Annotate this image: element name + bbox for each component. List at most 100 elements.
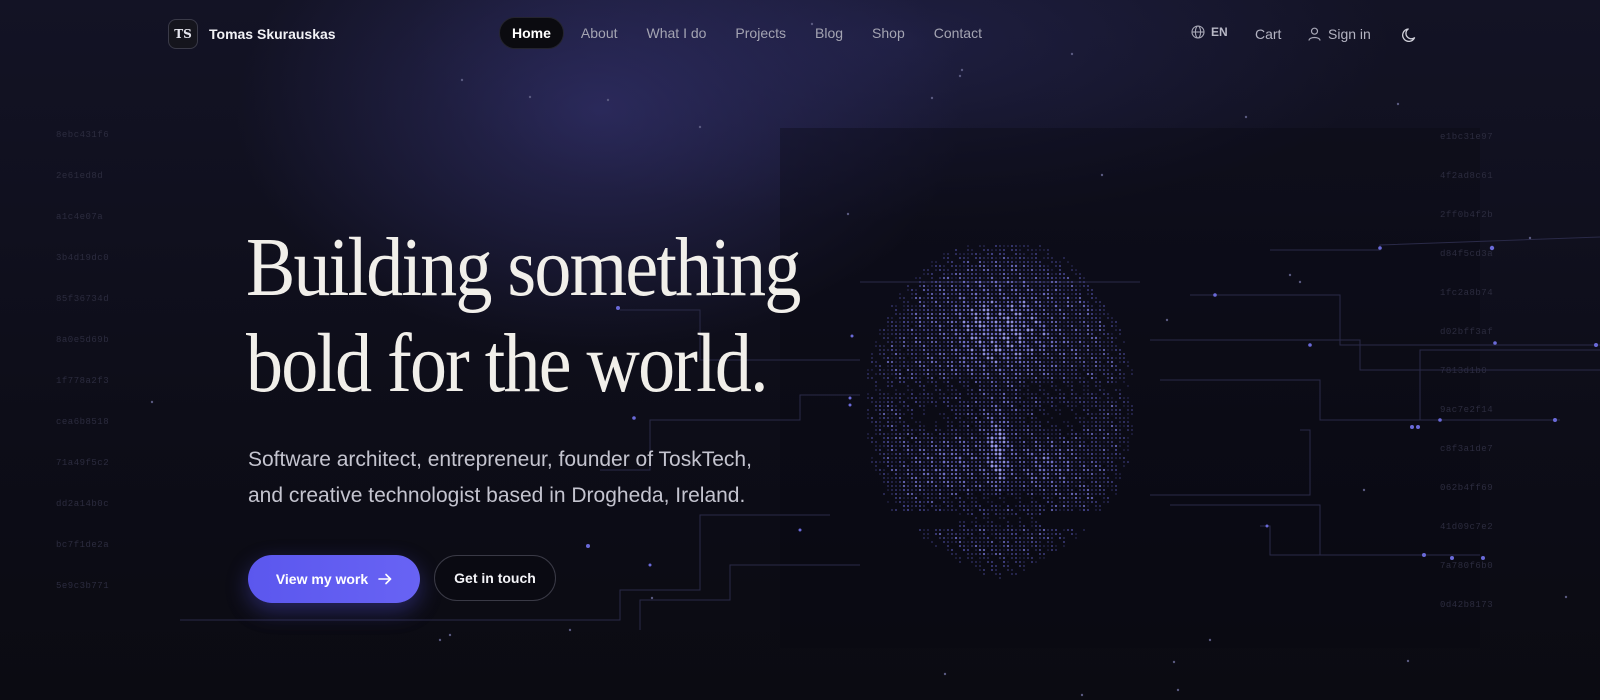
face-dot bbox=[931, 433, 933, 435]
face-dot bbox=[1039, 461, 1041, 463]
face-dot bbox=[1047, 249, 1049, 251]
cart-link[interactable]: Cart bbox=[1255, 26, 1281, 42]
face-dot bbox=[903, 421, 905, 423]
hero-headline-line-2: bold for the world. bbox=[246, 317, 769, 410]
face-dot bbox=[1106, 356, 1110, 360]
face-dot bbox=[971, 497, 973, 499]
nav-link-home[interactable]: Home bbox=[499, 17, 564, 49]
face-dot bbox=[966, 284, 970, 288]
face-dot bbox=[1086, 324, 1090, 328]
face-dot bbox=[982, 528, 986, 532]
face-dot bbox=[1006, 296, 1010, 300]
face-dot bbox=[1031, 253, 1033, 255]
face-dot bbox=[951, 553, 953, 555]
face-dot bbox=[910, 348, 914, 352]
face-dot bbox=[1011, 417, 1013, 419]
face-dot bbox=[998, 452, 1002, 456]
face-dot bbox=[1123, 377, 1125, 379]
face-dot bbox=[1055, 433, 1057, 435]
face-dot bbox=[1031, 441, 1033, 443]
face-dot bbox=[1103, 485, 1105, 487]
face-dot bbox=[1027, 401, 1029, 403]
nav-link-blog[interactable]: Blog bbox=[803, 17, 855, 49]
brand-logo[interactable]: TS bbox=[168, 19, 198, 49]
face-dot bbox=[902, 440, 906, 444]
nav-link-contact[interactable]: Contact bbox=[922, 17, 994, 49]
face-dot bbox=[1038, 484, 1042, 488]
moon-icon[interactable] bbox=[1401, 26, 1419, 44]
face-dot bbox=[1115, 433, 1117, 435]
face-dot bbox=[982, 456, 986, 460]
face-dot bbox=[1022, 324, 1026, 328]
face-dot bbox=[1014, 372, 1018, 376]
face-dot bbox=[1075, 449, 1077, 451]
face-dot bbox=[1043, 317, 1045, 319]
nav-link-projects[interactable]: Projects bbox=[723, 17, 798, 49]
face-dot bbox=[962, 360, 966, 364]
nav-link-shop[interactable]: Shop bbox=[860, 17, 917, 49]
face-dot bbox=[942, 316, 946, 320]
face-dot bbox=[1071, 377, 1073, 379]
face-dot bbox=[911, 485, 913, 487]
view-my-work-button[interactable]: View my work bbox=[248, 555, 420, 603]
face-dot bbox=[1099, 389, 1101, 391]
face-dot bbox=[906, 368, 910, 372]
face-dot bbox=[886, 376, 890, 380]
sign-in-link[interactable]: Sign in bbox=[1308, 26, 1371, 42]
face-dot bbox=[990, 352, 994, 356]
face-dot bbox=[1015, 425, 1017, 427]
face-dot bbox=[907, 313, 909, 315]
face-dot bbox=[935, 441, 937, 443]
face-dot bbox=[1034, 304, 1038, 308]
face-dot bbox=[919, 393, 921, 395]
face-dot bbox=[1047, 253, 1049, 255]
brand-name[interactable]: Tomas Skurauskas bbox=[209, 26, 336, 42]
face-dot bbox=[1054, 320, 1058, 324]
face-dot bbox=[975, 369, 977, 371]
face-dot bbox=[962, 504, 966, 508]
face-dot bbox=[1026, 304, 1030, 308]
face-dot bbox=[998, 388, 1002, 392]
face-dot bbox=[1083, 421, 1085, 423]
face-dot bbox=[938, 292, 942, 296]
face-dot bbox=[966, 328, 970, 332]
face-dot bbox=[966, 404, 970, 408]
face-dot bbox=[986, 304, 990, 308]
face-dot bbox=[1083, 529, 1085, 531]
face-dot bbox=[927, 325, 929, 327]
face-dot bbox=[1039, 545, 1041, 547]
get-in-touch-button[interactable]: Get in touch bbox=[434, 555, 556, 601]
face-dot bbox=[938, 316, 942, 320]
face-dot bbox=[883, 437, 885, 439]
face-dot bbox=[1035, 533, 1037, 535]
face-dot bbox=[1075, 285, 1077, 287]
face-dot bbox=[971, 405, 973, 407]
face-dot bbox=[967, 249, 969, 251]
face-dot bbox=[998, 332, 1002, 336]
face-dot bbox=[1078, 440, 1082, 444]
face-dot bbox=[1075, 273, 1077, 275]
face-dot bbox=[1082, 320, 1086, 324]
face-dot bbox=[927, 381, 929, 383]
face-dot bbox=[1047, 265, 1049, 267]
face-dot bbox=[895, 309, 897, 311]
nav-link-what-i-do[interactable]: What I do bbox=[635, 17, 719, 49]
face-dot bbox=[894, 468, 898, 472]
face-dot bbox=[939, 321, 941, 323]
language-switcher[interactable]: EN bbox=[1191, 25, 1228, 39]
brand[interactable]: TS Tomas Skurauskas bbox=[168, 19, 336, 49]
face-dot bbox=[1039, 293, 1041, 295]
face-dot bbox=[1035, 525, 1037, 527]
face-dot bbox=[886, 404, 890, 408]
face-dot bbox=[947, 537, 949, 539]
face-dot bbox=[931, 277, 933, 279]
face-dot bbox=[887, 433, 889, 435]
face-dot bbox=[990, 252, 994, 256]
face-dot bbox=[1023, 385, 1025, 387]
face-dot bbox=[995, 545, 997, 547]
face-dot bbox=[970, 312, 974, 316]
nav-link-about[interactable]: About bbox=[569, 17, 630, 49]
face-dot bbox=[898, 416, 902, 420]
face-dot bbox=[1038, 508, 1042, 512]
face-dot bbox=[899, 297, 901, 299]
